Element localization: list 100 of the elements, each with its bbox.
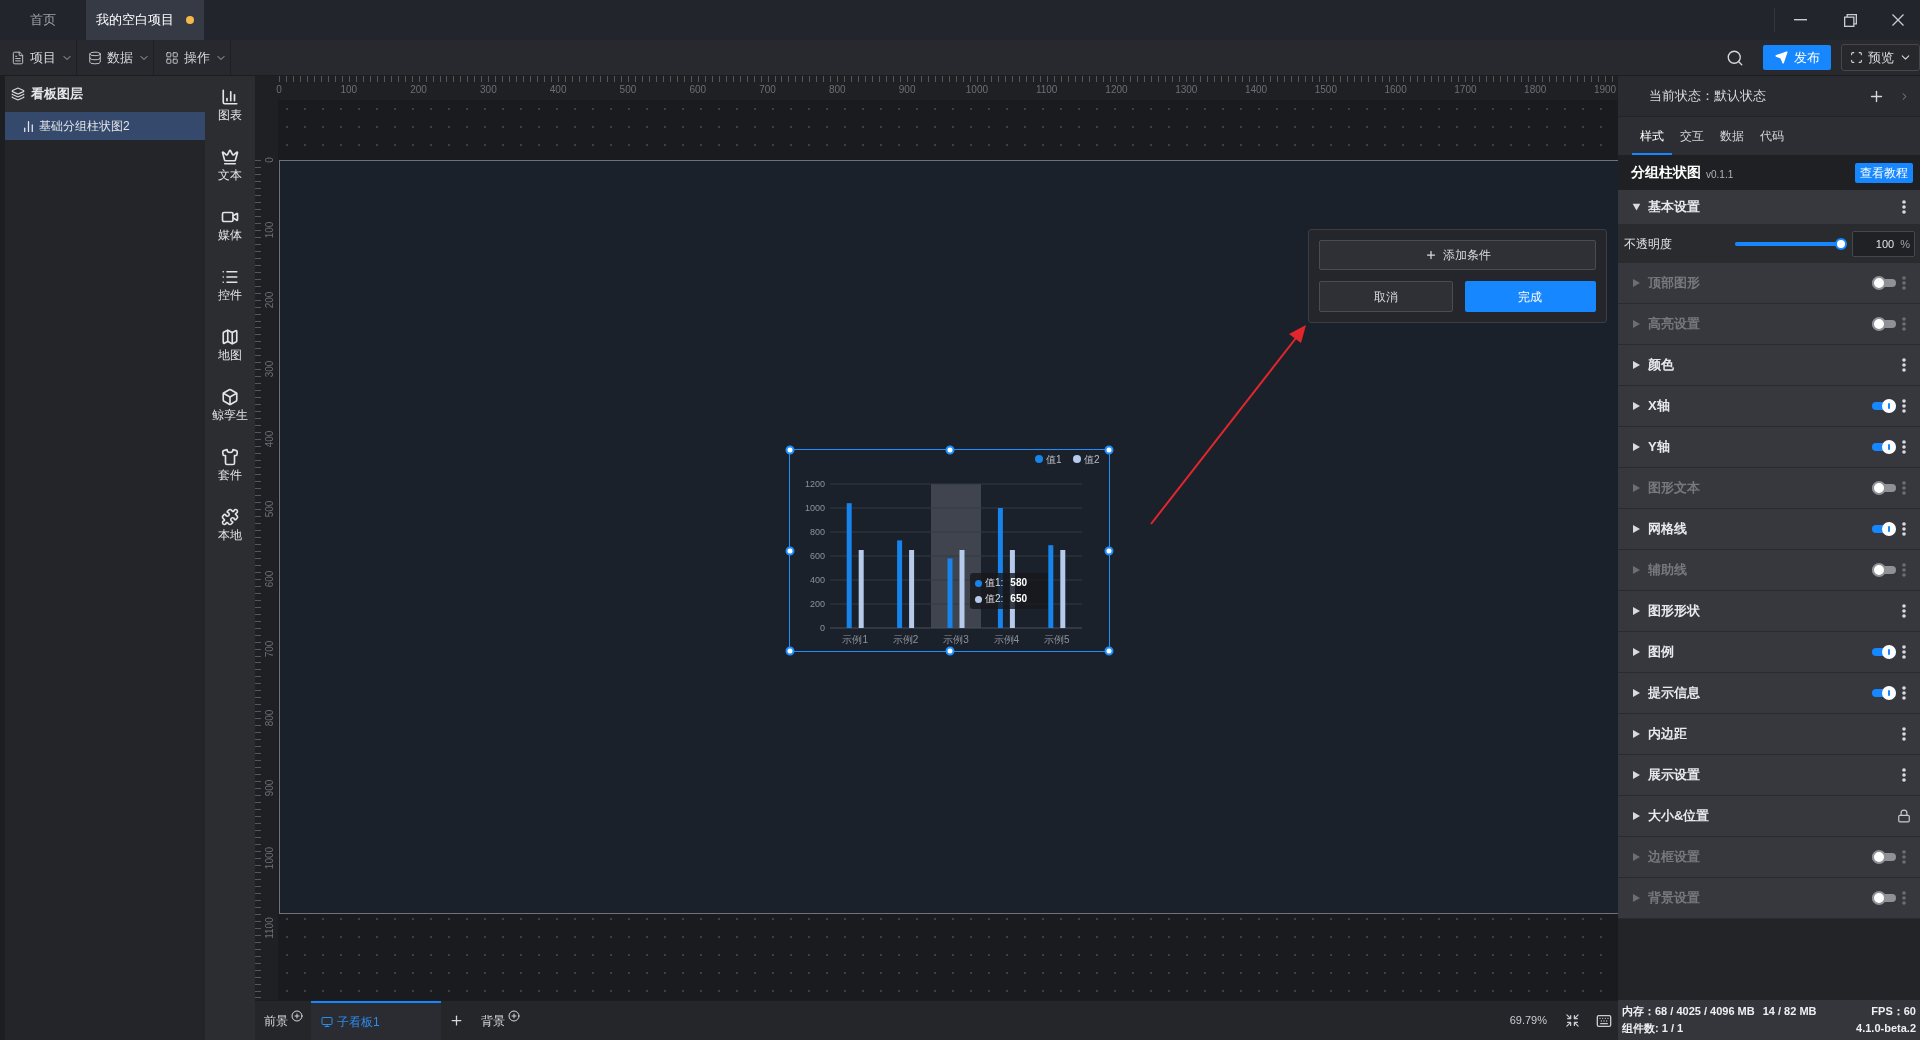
ruler-label: 800 [264,709,276,727]
more-options-icon[interactable] [1902,358,1906,372]
settings-section[interactable]: 颜色 [1618,345,1920,386]
slider-thumb[interactable] [1835,238,1847,250]
more-options-icon[interactable] [1902,200,1906,214]
layer-item[interactable]: 基础分组柱状图2 [5,112,205,140]
resize-handle[interactable] [1104,646,1114,656]
opacity-input[interactable]: 100 % [1852,231,1915,257]
database-icon [88,50,102,65]
resize-handle[interactable] [785,445,795,455]
plus-icon [448,1013,464,1028]
minimize-icon [1793,19,1807,21]
settings-section[interactable]: 网格线 [1618,509,1920,550]
layers-icon [11,87,25,101]
resize-handle[interactable] [1104,546,1114,555]
settings-section[interactable]: 内边距 [1618,714,1920,755]
component-name: 分组柱状图 [1631,163,1701,182]
ruler-label: 400 [264,430,276,448]
section-label: 边框设置 [1648,848,1700,867]
tutorial-button[interactable]: 查看教程 [1855,162,1913,183]
ruler-label: 1500 [1314,84,1337,96]
ruler-label: 300 [264,361,276,378]
resize-handle[interactable] [785,646,795,656]
section-label: Y轴 [1648,438,1670,457]
toggle-switch[interactable] [1872,686,1896,700]
version-number: 4.1.0-beta.2 [1856,1021,1916,1036]
component-category-button[interactable]: 文本 [205,146,255,206]
section-label: 高亮设置 [1648,315,1700,334]
unit-label: % [1900,236,1910,252]
section-label: 颜色 [1648,356,1674,375]
ruler-label: 1800 [1524,84,1547,96]
axis-label: 800 [809,527,825,537]
fit-screen-icon [1565,1013,1580,1028]
settings-tab[interactable]: 交互 [1672,117,1712,155]
fullscreen-icon [1849,51,1863,64]
toggle-switch[interactable] [1872,317,1896,331]
component-category-button[interactable]: 本地 [205,506,255,566]
settings-section[interactable]: 展示设置 [1618,755,1920,796]
lock-icon[interactable] [1897,809,1911,823]
resize-handle[interactable] [945,445,954,455]
preview-button[interactable]: 预览 [1841,44,1920,71]
toggle-switch[interactable] [1872,399,1896,413]
component-category-button[interactable]: 控件 [205,266,255,326]
ruler-label: 400 [549,84,567,96]
toggle-switch[interactable] [1872,481,1896,495]
settings-section[interactable]: Y轴 [1618,427,1920,468]
category-label: 示例3 [943,634,969,645]
section-label: 图形形状 [1648,602,1700,621]
document-tab[interactable]: 首页 [0,0,85,40]
add-condition-button[interactable]: 添加条件 [1319,240,1596,270]
menu-button[interactable]: 操作 [154,40,231,75]
settings-section[interactable]: 图形形状 [1618,591,1920,632]
document-icon [11,50,25,65]
settings-section[interactable]: 大小&位置 [1618,796,1920,837]
add-circle-icon [508,1009,520,1022]
menu-button[interactable]: 项目 [0,40,77,75]
ruler-label: 0 [276,84,282,96]
board-tab[interactable]: 子看板1 [311,1001,441,1040]
toggle-switch[interactable] [1872,850,1896,864]
component-category-button[interactable]: 地图 [205,326,255,386]
more-options-icon[interactable] [1902,522,1906,536]
component-category-button[interactable]: 鲸孪生 [205,386,255,446]
component-category-button[interactable]: 媒体 [205,206,255,266]
more-options-icon[interactable] [1902,768,1906,782]
more-options-icon[interactable] [1902,727,1906,741]
settings-section[interactable]: X轴 [1618,386,1920,427]
publish-button[interactable]: 发布 [1763,45,1831,70]
done-button[interactable]: 完成 [1464,281,1596,312]
more-options-icon[interactable] [1902,686,1906,700]
toggle-switch[interactable] [1872,522,1896,536]
toggle-switch[interactable] [1872,440,1896,454]
keyboard-icon [1596,1012,1612,1029]
settings-tab[interactable]: 数据 [1712,117,1752,155]
legend-label: 值2 [1084,454,1100,465]
background-tab[interactable]: 背景 [471,1001,528,1040]
more-options-icon[interactable] [1902,399,1906,413]
settings-section[interactable]: 基本设置 [1618,190,1920,225]
settings-section[interactable]: 提示信息 [1618,673,1920,714]
settings-section[interactable]: 图例 [1618,632,1920,673]
settings-tab[interactable]: 代码 [1752,117,1792,155]
more-options-icon[interactable] [1902,440,1906,454]
restore-icon [1843,13,1857,27]
ruler-label: 600 [264,570,276,588]
cancel-button[interactable]: 取消 [1319,281,1453,312]
component-category-button[interactable]: 套件 [205,446,255,506]
toggle-switch[interactable] [1872,891,1896,905]
document-tab[interactable]: 我的空白项目 [86,0,204,40]
menu-button[interactable]: 数据 [77,40,154,75]
resize-handle[interactable] [945,646,954,656]
toggle-switch[interactable] [1872,276,1896,290]
more-options-icon[interactable] [1902,604,1906,618]
foreground-tab[interactable]: 前景 [255,1001,311,1040]
resize-handle[interactable] [1104,445,1114,455]
ruler-label: 900 [898,84,916,96]
resize-handle[interactable] [785,546,795,555]
toggle-switch[interactable] [1872,563,1896,577]
more-options-icon[interactable] [1902,645,1906,659]
component-category-button[interactable]: 图表 [205,86,255,146]
ruler-label: 1000 [965,84,988,96]
toggle-switch[interactable] [1872,645,1896,659]
